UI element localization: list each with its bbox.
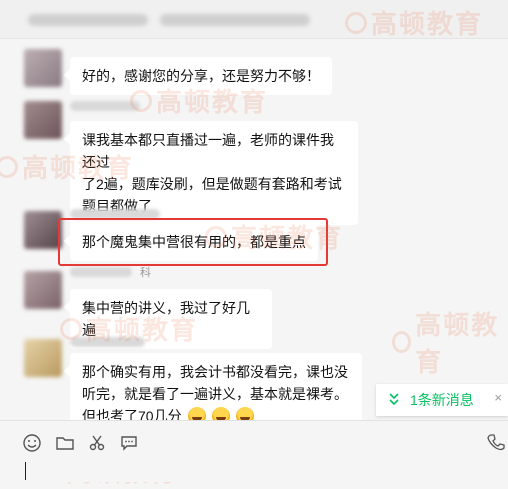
laughing-emoji-icon <box>187 407 206 420</box>
sender-name-blur <box>70 267 132 277</box>
message-line: 课我基本都只直播过一遍，老师的课件我还过 <box>82 132 334 170</box>
chevron-down-double-icon <box>386 392 402 409</box>
laughing-emoji-icon <box>211 407 230 420</box>
message-line-text: 但也考了70几分 <box>82 408 182 420</box>
chat-header <box>0 0 508 39</box>
new-message-toast[interactable]: 1条新消息 × <box>376 384 508 416</box>
sender-name-partial: 科 <box>140 267 151 279</box>
chat-message-list[interactable]: 好的，感谢您的分享，还是努力不够！ 课我基本都只直播过一遍，老师的课件我还过 了… <box>0 39 508 420</box>
laughing-emoji-icon <box>235 407 254 420</box>
header-subtitle-blur <box>160 14 310 26</box>
input-toolbar <box>0 420 508 482</box>
avatar[interactable] <box>24 101 62 139</box>
message-line: 听完，就是看了一遍讲义，基本就是裸考。 <box>82 386 348 402</box>
avatar[interactable] <box>24 211 62 249</box>
avatar[interactable] <box>24 271 62 309</box>
header-title-blur <box>28 14 148 26</box>
emoji-icon[interactable] <box>22 433 42 453</box>
avatar[interactable] <box>24 339 62 377</box>
new-message-label: 1条新消息 <box>410 392 474 408</box>
message-bubble[interactable]: 好的，感谢您的分享，还是努力不够！ <box>64 57 332 95</box>
close-icon[interactable]: × <box>494 390 502 405</box>
message-line: 但也考了70几分 <box>82 405 350 420</box>
message-line: 那个确实有用，我会计书都没看完，课也没 <box>82 364 348 380</box>
phone-icon[interactable] <box>486 433 506 453</box>
avatar[interactable] <box>24 49 62 87</box>
message-text: 好的，感谢您的分享，还是努力不够！ <box>82 68 320 84</box>
text-cursor <box>25 462 26 480</box>
message-bubble[interactable]: 那个确实有用，我会计书都没看完，课也没 听完，就是看了一遍讲义，基本就是裸考。 … <box>64 353 362 420</box>
message-line: 了2遍，题库没刷，但是做题有套路和考试 <box>82 176 342 192</box>
chat-bubble-icon[interactable] <box>119 433 139 453</box>
message-text: 集中营的讲义，我过了好几遍 <box>82 300 250 338</box>
folder-icon[interactable] <box>55 433 75 453</box>
sender-name-blur <box>70 337 145 347</box>
highlight-box <box>58 218 328 266</box>
sender-name-blur <box>70 101 140 111</box>
scissors-icon[interactable] <box>87 433 107 453</box>
